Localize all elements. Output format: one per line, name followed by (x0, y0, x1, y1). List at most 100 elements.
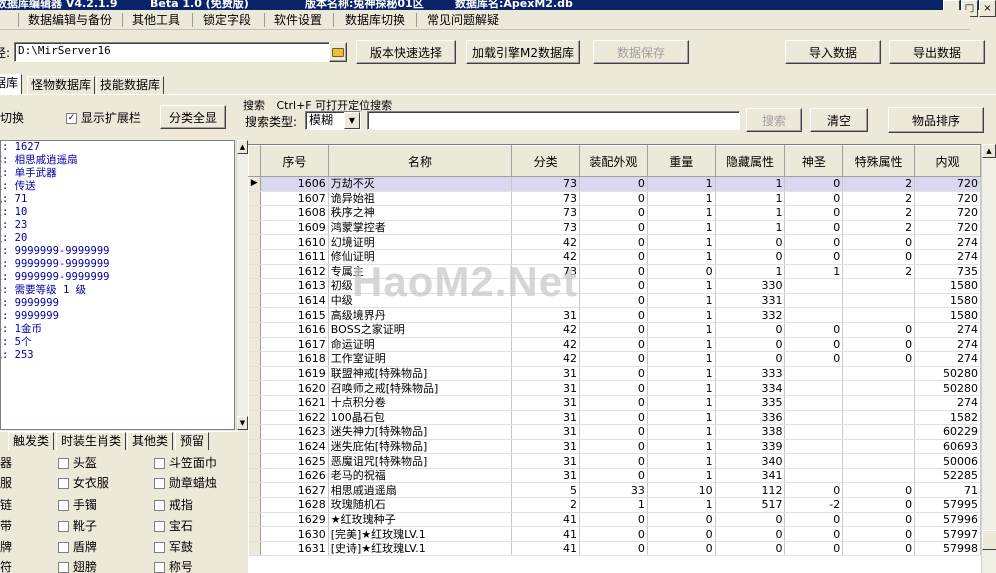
row-indicator[interactable] (248, 395, 261, 411)
table-cell[interactable]: 0 (842, 541, 916, 557)
table-cell[interactable]: 1 (715, 205, 786, 221)
table-cell[interactable]: 0 (715, 249, 786, 265)
table-cell[interactable]: 0 (842, 526, 916, 542)
table-cell[interactable]: 2 (842, 205, 916, 221)
item-data-grid[interactable]: 序号 名称 分类 装配外观 重量 隐藏属性 神圣 特殊属性 内观 ▶ 1606 万劫… (248, 144, 981, 573)
table-cell[interactable]: 2 (842, 264, 916, 280)
category-check[interactable]: 护身符 (0, 559, 12, 573)
category-check[interactable]: 翅膀 (58, 559, 97, 573)
table-cell[interactable]: 0 (784, 191, 844, 207)
column-header[interactable]: 名称 (327, 145, 513, 177)
table-cell[interactable] (842, 410, 916, 426)
table-cell[interactable]: 诡异始祖 (328, 191, 513, 207)
table-cell[interactable]: 1580 (914, 293, 981, 309)
table-cell[interactable]: 274 (914, 322, 981, 338)
table-cell[interactable]: 335 (715, 395, 786, 411)
table-cell[interactable]: 333 (715, 366, 786, 382)
table-row[interactable]: ▶ 1606 万劫不灭 73 0 1 1 0 2 720 (248, 176, 981, 192)
table-cell[interactable]: 274 (914, 395, 981, 411)
table-cell[interactable]: 31 (511, 380, 580, 396)
table-cell[interactable]: 720 (914, 176, 981, 192)
table-cell[interactable]: 0 (842, 512, 916, 528)
category-check[interactable]: 宝石 (154, 518, 193, 534)
column-header[interactable]: 装配外观 (579, 145, 648, 177)
table-cell[interactable]: 0 (579, 380, 648, 396)
row-indicator[interactable] (248, 424, 261, 440)
table-cell[interactable]: 274 (914, 337, 981, 353)
table-cell[interactable]: 1 (647, 234, 716, 250)
menu-lock-fields[interactable]: 锁定字段 (203, 12, 251, 28)
table-cell[interactable]: 0 (784, 234, 844, 250)
table-cell[interactable] (784, 410, 844, 426)
table-row[interactable]: 1610 幻境证明 42 0 1 0 0 0 274 (248, 234, 981, 250)
table-cell[interactable]: 0 (579, 205, 648, 221)
tab-fashion-zodiac[interactable]: 时装生肖类 (56, 432, 127, 450)
table-cell[interactable]: 0 (579, 439, 648, 455)
category-checkbox[interactable] (154, 542, 165, 553)
table-cell[interactable]: 330 (715, 278, 786, 294)
table-cell[interactable]: 0 (579, 191, 648, 207)
table-cell[interactable]: 720 (914, 205, 981, 221)
column-header[interactable]: 隐藏属性 (714, 145, 786, 177)
table-cell[interactable]: 0 (579, 249, 648, 265)
table-row[interactable]: 1628 玫瑰随机石 2 1 1 517 -2 0 57995 (248, 497, 981, 513)
table-cell[interactable]: 迷失神力[特殊物品] (328, 424, 513, 440)
table-cell[interactable]: 0 (842, 234, 916, 250)
row-indicator[interactable] (248, 234, 261, 250)
table-cell[interactable] (511, 278, 580, 294)
table-cell[interactable]: 42 (511, 337, 580, 353)
category-checkbox[interactable] (58, 521, 69, 532)
row-indicator[interactable] (248, 337, 261, 353)
row-indicator[interactable] (248, 322, 261, 338)
table-cell[interactable]: 1 (647, 176, 716, 192)
table-cell[interactable]: 1 (647, 380, 716, 396)
row-indicator[interactable] (248, 512, 261, 528)
table-cell[interactable]: 1623 (260, 424, 329, 440)
table-cell[interactable]: 57997 (914, 526, 981, 542)
show-extension-toggle[interactable]: ✓ 显示扩展栏 (66, 109, 141, 126)
table-cell[interactable]: 331 (715, 293, 786, 309)
table-cell[interactable]: 0 (842, 322, 916, 338)
table-row[interactable]: 1623 迷失神力[特殊物品] 31 0 1 338 60229 (248, 424, 981, 440)
table-cell[interactable]: 1613 (260, 278, 329, 294)
table-cell[interactable]: 73 (511, 205, 580, 221)
category-check[interactable]: 头盔 (58, 455, 97, 471)
table-cell[interactable] (842, 468, 916, 484)
table-cell[interactable]: 33 (579, 482, 648, 499)
category-checkbox[interactable] (154, 521, 165, 532)
table-cell[interactable]: -2 (784, 497, 844, 513)
table-cell[interactable]: 1 (715, 220, 786, 236)
search-type-select[interactable]: 模糊 ▼ (305, 111, 361, 130)
table-cell[interactable]: 31 (511, 424, 580, 440)
table-cell[interactable] (842, 424, 916, 440)
table-cell[interactable]: 初级 (328, 278, 513, 294)
table-cell[interactable]: 0 (784, 482, 844, 499)
table-cell[interactable]: 1 (647, 410, 716, 426)
table-cell[interactable]: 迷失庇佑[特殊物品] (328, 439, 513, 455)
table-cell[interactable]: 42 (511, 234, 580, 250)
table-cell[interactable]: 召唤师之戒[特殊物品] (328, 380, 513, 396)
table-cell[interactable]: 50280 (914, 380, 981, 396)
table-cell[interactable]: 0 (579, 293, 648, 309)
row-indicator[interactable] (248, 220, 261, 236)
table-cell[interactable] (784, 453, 844, 469)
table-cell[interactable]: 341 (715, 468, 786, 484)
search-button[interactable]: 搜索 (746, 108, 802, 132)
table-cell[interactable]: 1580 (914, 278, 981, 294)
table-cell[interactable]: 万劫不灭 (328, 176, 513, 192)
table-cell[interactable]: 0 (579, 264, 648, 280)
table-cell[interactable]: 0 (784, 512, 844, 528)
table-cell[interactable]: 1629 (260, 512, 329, 528)
table-row[interactable]: 1625 恶魔诅咒[特殊物品] 31 0 1 340 50006 (248, 453, 981, 469)
category-check[interactable]: 盾牌 (58, 539, 97, 555)
table-cell[interactable] (784, 380, 844, 396)
table-cell[interactable]: 100晶石包 (328, 410, 513, 426)
table-cell[interactable]: 0 (715, 512, 786, 528)
table-cell[interactable]: 1621 (260, 395, 329, 411)
table-cell[interactable]: 鸿蒙掌控者 (328, 220, 513, 236)
category-check[interactable]: 女衣服 (58, 475, 109, 491)
column-header[interactable]: 内观 (914, 145, 981, 177)
show-extension-checkbox[interactable]: ✓ (66, 113, 77, 124)
row-indicator[interactable] (248, 526, 261, 542)
table-cell[interactable]: 1 (647, 278, 716, 294)
